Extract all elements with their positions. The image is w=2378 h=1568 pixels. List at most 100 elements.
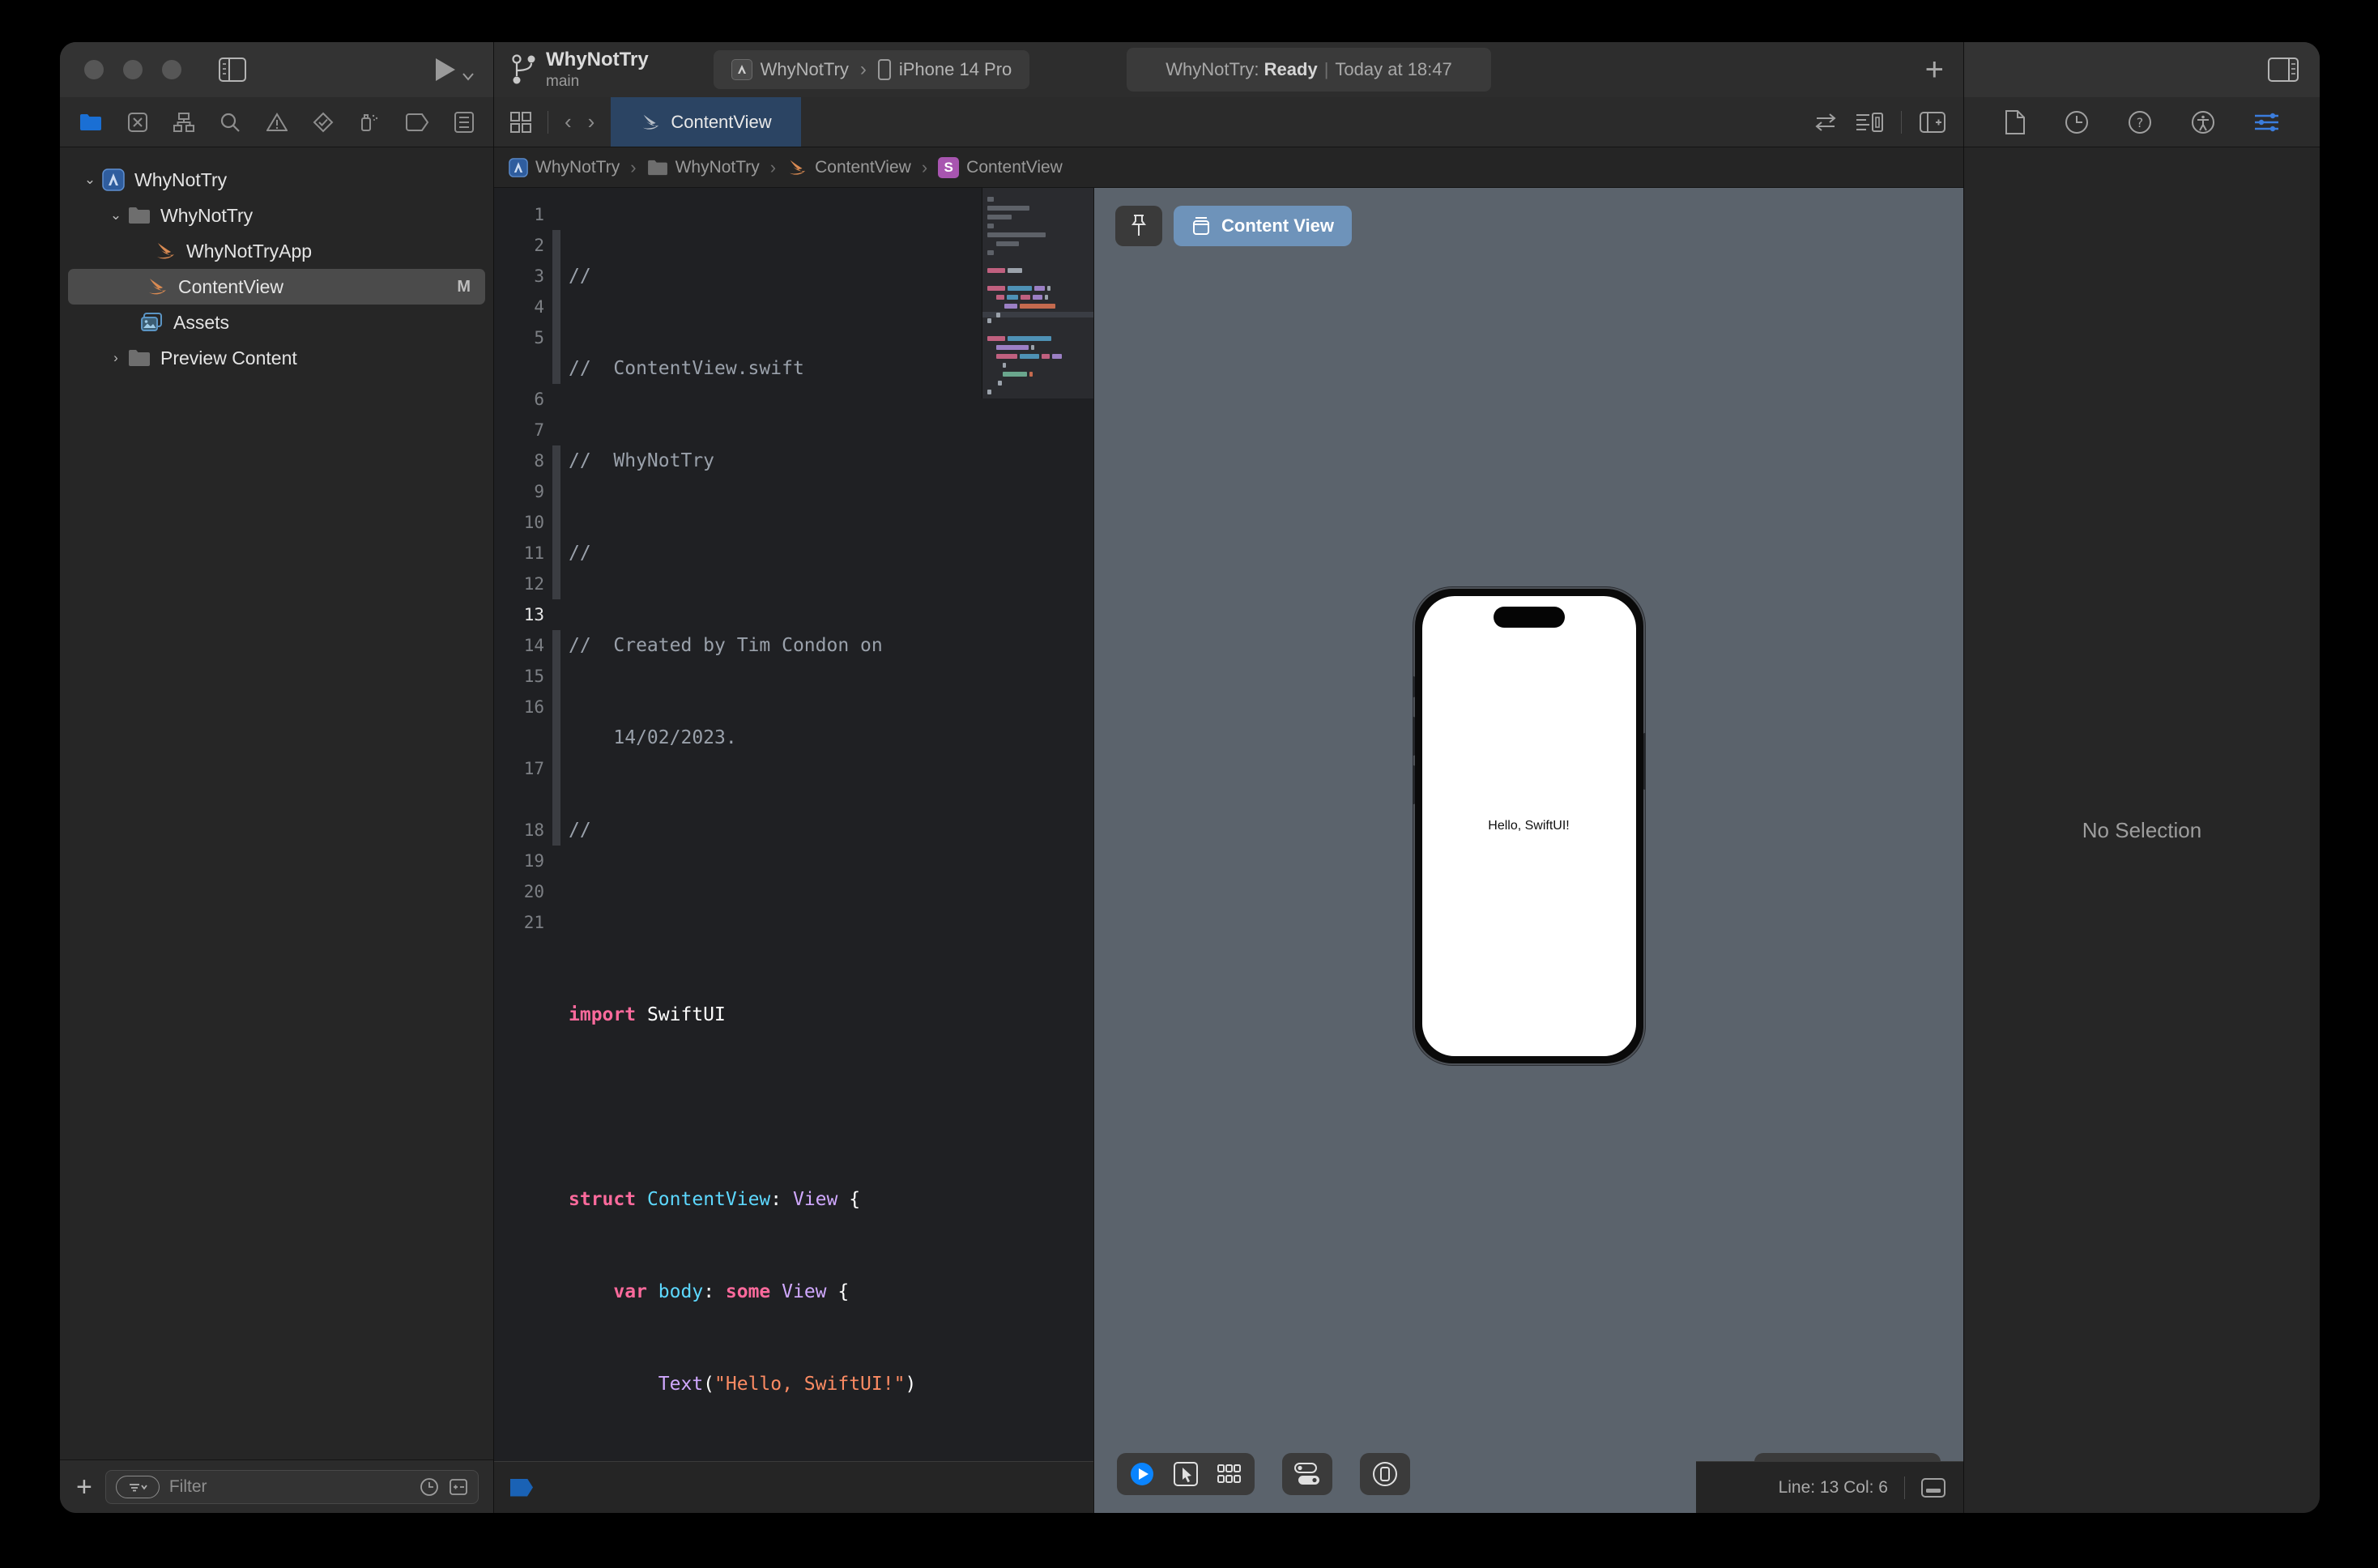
- code-line: // WhyNotTry: [569, 450, 715, 471]
- close-button[interactable]: [84, 60, 104, 79]
- attributes-inspector-icon[interactable]: [2254, 111, 2280, 134]
- line-number: 9: [534, 482, 544, 501]
- navigator-tab-breakpoints[interactable]: [405, 113, 429, 131]
- sidebar-left-icon[interactable]: [219, 58, 246, 82]
- inspector-empty-state: No Selection: [1964, 147, 2320, 1513]
- line-number: 17: [523, 759, 544, 778]
- preview-selector-pill[interactable]: Content View: [1174, 206, 1352, 246]
- xcode-project-icon: [100, 168, 126, 191]
- navigator-tab-project[interactable]: [79, 113, 102, 132]
- navigator-tab-debug[interactable]: [359, 112, 380, 133]
- device-preview-button[interactable]: [1371, 1460, 1399, 1488]
- iphone-14-pro-frame[interactable]: Hello, SwiftUI!: [1412, 587, 1646, 1065]
- scheme-destination-selector[interactable]: WhyNotTry › iPhone 14 Pro: [713, 50, 1030, 89]
- editor-options-icon[interactable]: [1856, 112, 1883, 133]
- status-separator: |: [1323, 59, 1329, 79]
- dynamic-island: [1493, 607, 1565, 628]
- sidebar-right-icon[interactable]: [2268, 58, 2299, 82]
- folder-icon: [126, 348, 152, 368]
- scheme-separator: ›: [859, 58, 867, 80]
- tree-row-contentview[interactable]: ContentView M: [68, 269, 485, 305]
- code-minimap[interactable]: [982, 188, 1093, 398]
- grid-dots-icon: [1217, 1464, 1241, 1483]
- disclosure-triangle[interactable]: ⌄: [79, 172, 100, 188]
- minimap-toggle-icon[interactable]: [1921, 1477, 1945, 1498]
- modified-files-icon[interactable]: [449, 1477, 468, 1497]
- add-file-button[interactable]: +: [76, 1473, 92, 1501]
- tree-row-preview-content[interactable]: › Preview Content: [68, 340, 485, 376]
- chevron-right-icon[interactable]: ›: [588, 109, 595, 134]
- breadcrumb-item-3[interactable]: ContentView: [966, 158, 1063, 177]
- folder-icon: [126, 206, 152, 225]
- editor-canvas-split: 1 2 3 4 5 6 7 8 9 10 11 12 13 14 15 16 1…: [494, 188, 1963, 1513]
- add-editor-button[interactable]: +: [1925, 53, 1950, 86]
- run-button[interactable]: [432, 56, 475, 83]
- selectable-mode-button[interactable]: [1172, 1460, 1200, 1488]
- code-line: // Created by Tim Condon on: [569, 635, 883, 656]
- editor-tab-contentview[interactable]: ContentView: [611, 97, 801, 147]
- zoom-button[interactable]: [162, 60, 181, 79]
- line-number: 7: [534, 420, 544, 440]
- breadcrumb-separator: ›: [921, 156, 928, 177]
- swift-file-icon: [640, 113, 661, 132]
- tree-row-whynottryapp[interactable]: WhyNotTryApp: [68, 233, 485, 269]
- play-preview-button[interactable]: [1128, 1460, 1156, 1488]
- clock-icon[interactable]: [420, 1477, 439, 1497]
- file-inspector-icon[interactable]: [2005, 109, 2026, 134]
- navigator-tab-find[interactable]: [219, 112, 241, 133]
- code-area[interactable]: 1 2 3 4 5 6 7 8 9 10 11 12 13 14 15 16 1…: [494, 188, 1093, 1461]
- code-folding-ribbon[interactable]: [552, 188, 560, 1461]
- accessibility-inspector-icon[interactable]: [2191, 110, 2215, 134]
- tree-row-label: ContentView: [178, 275, 283, 297]
- navigator-tab-tests[interactable]: [313, 112, 334, 133]
- minimize-button[interactable]: [123, 60, 143, 79]
- tree-row-project[interactable]: ⌄ WhyNotTry: [68, 162, 485, 198]
- pin-preview-button[interactable]: [1115, 206, 1162, 246]
- add-editor-icon[interactable]: [1920, 111, 1945, 133]
- status-time: Today at 18:47: [1335, 59, 1452, 79]
- variants-button[interactable]: [1216, 1460, 1243, 1488]
- help-inspector-icon[interactable]: ?: [2128, 110, 2152, 134]
- blue-tag-icon[interactable]: [510, 1478, 533, 1497]
- code-review-icon[interactable]: [1813, 113, 1838, 132]
- navigator-tab-issues[interactable]: [266, 112, 288, 133]
- tree-row-label: WhyNotTry: [160, 204, 254, 226]
- device-preview-wrapper: Hello, SwiftUI!: [1094, 188, 1963, 1513]
- tree-row-assets[interactable]: Assets: [68, 305, 485, 340]
- tree-row-group[interactable]: ⌄ WhyNotTry: [68, 198, 485, 233]
- project-info[interactable]: WhyNotTry main: [546, 49, 649, 90]
- cursor-box-icon: [1174, 1462, 1198, 1486]
- breadcrumb-item-2[interactable]: ContentView: [815, 158, 911, 177]
- navigator-tab-symbols[interactable]: [173, 112, 195, 133]
- main-toolbar: WhyNotTry main WhyNotTry › iPhone 14 Pro…: [60, 42, 2320, 97]
- breadcrumb-item-0[interactable]: WhyNotTry: [535, 158, 620, 177]
- filter-chip-icon[interactable]: [115, 1475, 160, 1498]
- traffic-lights[interactable]: [84, 60, 181, 79]
- line-number-gutter: 1 2 3 4 5 6 7 8 9 10 11 12 13 14 15 16 1…: [494, 188, 552, 1461]
- swift-file-icon: [144, 276, 170, 297]
- activity-status-view[interactable]: WhyNotTry: Ready | Today at 18:47: [1127, 48, 1491, 92]
- navigator-tab-reports[interactable]: [454, 111, 474, 133]
- breadcrumb-item-1[interactable]: WhyNotTry: [675, 158, 760, 177]
- breadcrumb[interactable]: WhyNotTry › WhyNotTry › ContentView › S …: [494, 147, 1963, 188]
- line-number-wrap: [494, 353, 552, 384]
- xcode-app-icon: [731, 59, 752, 80]
- tab-grid-icon[interactable]: [510, 111, 531, 133]
- history-inspector-icon[interactable]: [2065, 110, 2089, 134]
- disclosure-triangle[interactable]: ›: [105, 350, 126, 366]
- device-screen[interactable]: Hello, SwiftUI!: [1421, 596, 1636, 1056]
- project-navigator-tree[interactable]: ⌄ WhyNotTry ⌄ WhyNotTry WhyNotTryApp Con…: [60, 147, 493, 1459]
- editor-options: [1796, 97, 1963, 147]
- xcode-project-icon: [509, 157, 528, 177]
- chevron-left-icon[interactable]: ‹: [565, 109, 572, 134]
- device-settings-button[interactable]: [1293, 1460, 1321, 1488]
- run-play-icon: [436, 58, 455, 81]
- branch-name: main: [546, 72, 580, 90]
- navigator-tab-source-control[interactable]: [127, 112, 148, 133]
- disclosure-triangle[interactable]: ⌄: [105, 207, 126, 224]
- line-number: 14: [523, 636, 544, 655]
- side-button: [1643, 733, 1646, 790]
- navigator-tab-bar: [60, 97, 493, 147]
- filter-field[interactable]: Filter: [104, 1469, 479, 1504]
- line-number: 3: [534, 266, 544, 286]
